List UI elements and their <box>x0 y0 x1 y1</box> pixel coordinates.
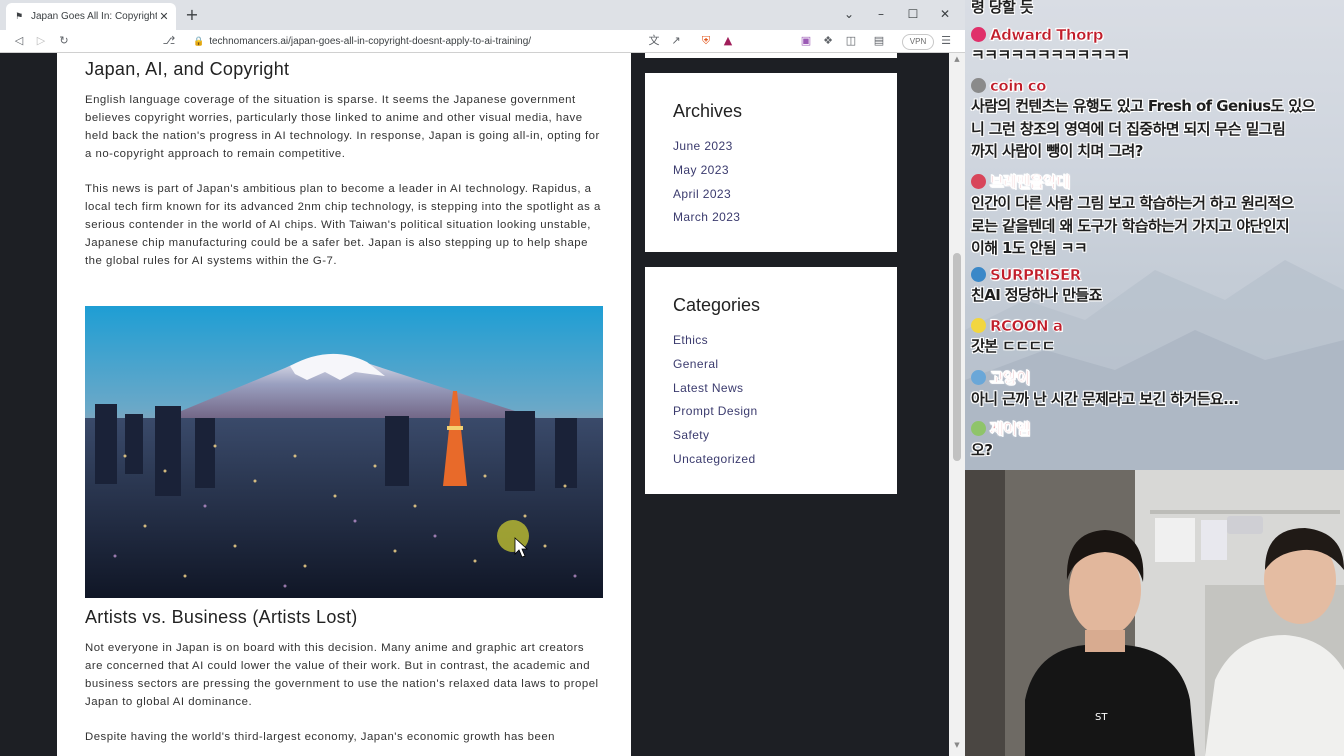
sidebar-icon[interactable]: ◫ <box>842 32 860 50</box>
heading-japan-ai-copyright: Japan, AI, and Copyright <box>85 59 290 79</box>
chat-text: 사람의 컨텐츠는 유행도 있고 Fresh of Genius도 있으 <box>971 97 1315 115</box>
chat-username: coin co <box>990 77 1047 96</box>
categories-widget: Categories Ethics General Latest News Pr… <box>645 267 897 494</box>
page-favicon-icon: ⚑ <box>15 11 24 22</box>
translate-icon[interactable]: 文 <box>645 32 663 50</box>
heading-artists-vs-business: Artists vs. Business (Artists Lost) <box>85 607 358 627</box>
user-badge-icon <box>971 421 986 436</box>
url-text: technomancers.ai/japan-goes-all-in-copyr… <box>209 36 532 47</box>
paragraph-economy: Despite having the world's third-largest… <box>85 731 555 743</box>
chat-username: 제이엠 <box>990 420 1031 439</box>
chat-username: SURPRISER <box>990 266 1082 285</box>
archive-link[interactable]: April 2023 <box>673 183 740 207</box>
paragraph-coverage: English language coverage of the situati… <box>85 94 600 160</box>
extension-icon[interactable]: ▣ <box>797 32 815 50</box>
chat-text: 친AI 정당하나 만들죠 <box>971 286 1102 304</box>
user-badge-icon <box>971 318 986 333</box>
extensions-puzzle-icon[interactable]: ❖ <box>819 32 837 50</box>
menu-icon[interactable]: ☰ <box>937 32 955 50</box>
maximize-icon[interactable]: ☐ <box>902 4 924 24</box>
user-badge-icon <box>971 370 986 385</box>
widget-previous <box>645 53 897 58</box>
category-link[interactable]: Latest News <box>673 377 758 401</box>
scrollbar-thumb[interactable] <box>953 253 961 461</box>
wallet-icon[interactable]: ▤ <box>870 32 888 50</box>
address-bar[interactable]: 🔒 technomancers.ai/japan-goes-all-in-copy… <box>193 32 638 50</box>
chat-message: 제이엠 오? <box>971 418 1341 462</box>
paragraph-not-everyone: Not everyone in Japan is on board with t… <box>85 642 599 708</box>
chat-text: ㅋㅋㅋㅋㅋㅋㅋㅋㅋㅋㅋㅋ <box>971 46 1130 64</box>
category-link[interactable]: Safety <box>673 424 758 448</box>
brave-shield-icon[interactable]: ⛨ <box>697 32 715 50</box>
chat-message: SURPRISER 친AI 정당하나 만들죠 <box>971 265 1341 307</box>
archive-link[interactable]: June 2023 <box>673 135 740 159</box>
chat-text: 오? <box>971 441 993 459</box>
archives-title: Archives <box>673 101 743 121</box>
chat-text: 이해 1도 안됨 ㅋㅋ <box>971 239 1088 257</box>
scroll-down-icon[interactable]: ▼ <box>952 741 962 749</box>
minimize-icon[interactable]: – <box>870 4 892 24</box>
user-badge-icon <box>971 267 986 282</box>
archive-link[interactable]: May 2023 <box>673 159 740 183</box>
browser-toolbar: ◁ ▷ ↻ ⎇ 🔒 technomancers.ai/japan-goes-all… <box>0 30 965 53</box>
reload-icon[interactable]: ↻ <box>55 32 73 50</box>
scroll-up-icon[interactable]: ▲ <box>952 55 962 63</box>
chat-message: coin co 사람의 컨텐츠는 유행도 있고 Fresh of Genius도… <box>971 76 1341 163</box>
categories-list: Ethics General Latest News Prompt Design… <box>673 329 758 472</box>
chat-text: 니 그런 창조의 영역에 더 집중하면 되지 무슨 밑그림 <box>971 119 1286 138</box>
category-link[interactable]: Ethics <box>673 329 758 353</box>
chat-message: 고양이 아니 근까 난 시간 문제라고 보긴 하거든요... <box>971 367 1341 411</box>
chat-text: 갓본 ㄷㄷㄷㄷ <box>971 337 1055 355</box>
categories-title: Categories <box>673 295 761 315</box>
article-content: Japan, AI, and Copyright English languag… <box>57 53 631 756</box>
tab-bar: ⚑ Japan Goes All In: Copyright Doe ✕ + ⌄… <box>0 0 965 30</box>
paragraph-ambitious-plan: This news is part of Japan's ambitious p… <box>85 183 601 267</box>
chat-text: 까지 사람이 뺑이 치며 그려? <box>971 142 1143 160</box>
tab-list-chevron-icon[interactable]: ⌄ <box>838 4 860 24</box>
close-window-icon[interactable]: ✕ <box>934 4 956 24</box>
archives-list: June 2023 May 2023 April 2023 March 2023 <box>673 135 740 230</box>
new-tab-icon[interactable]: + <box>183 5 201 25</box>
vpn-label: VPN <box>909 37 927 46</box>
chat-text: 아니 근까 난 시간 문제라고 보긴 하거든요... <box>971 390 1239 408</box>
browser-window: ⚑ Japan Goes All In: Copyright Doe ✕ + ⌄… <box>0 0 965 756</box>
tab-title: Japan Goes All In: Copyright Doe <box>31 11 157 22</box>
user-badge-icon <box>971 174 986 189</box>
back-icon[interactable]: ◁ <box>10 32 28 50</box>
chat-username: RCOON a <box>990 317 1063 336</box>
chat-username: 고양이 <box>990 369 1031 388</box>
chat-username: Adward Thorp <box>990 26 1104 45</box>
archives-widget: Archives June 2023 May 2023 April 2023 M… <box>645 73 897 252</box>
chat-text: 인간이 다른 사람 그림 보고 학습하는거 하고 원리적으 <box>971 194 1294 212</box>
category-link[interactable]: Uncategorized <box>673 448 758 472</box>
browser-tab[interactable]: ⚑ Japan Goes All In: Copyright Doe ✕ <box>6 3 176 30</box>
chat-username: 브레멘음악대 <box>990 173 1071 192</box>
page-scrollbar[interactable]: ▲ ▼ <box>949 53 965 756</box>
chat-message: RCOON a 갓본 ㄷㄷㄷㄷ <box>971 316 1341 358</box>
user-badge-icon <box>971 78 986 93</box>
bookmark-icon[interactable]: ⎇ <box>160 32 178 50</box>
category-link[interactable]: Prompt Design <box>673 400 758 424</box>
vpn-button[interactable]: VPN <box>902 34 934 50</box>
category-link[interactable]: General <box>673 353 758 377</box>
chat-message: 브레멘음악대 인간이 다른 사람 그림 보고 학습하는거 하고 원리적으 로는 … <box>971 171 1341 260</box>
forward-icon[interactable]: ▷ <box>32 32 50 50</box>
chat-text: 령 당할 듯 <box>971 0 1034 16</box>
stream-chat-overlay: 령 당할 듯 Adward Thorp ㅋㅋㅋㅋㅋㅋㅋㅋㅋㅋㅋㅋ coin co… <box>965 0 1344 470</box>
page-viewport: Japan, AI, and Copyright English languag… <box>0 53 965 756</box>
webcam-feed: ST <box>965 470 1344 756</box>
svg-text:ST: ST <box>1095 712 1108 723</box>
brave-rewards-icon[interactable]: ▲ <box>719 32 737 50</box>
chat-text: 로는 같을텐데 왜 도구가 학습하는거 가지고 야단인지 <box>971 216 1290 235</box>
share-icon[interactable]: ↗ <box>667 32 685 50</box>
chat-message: Adward Thorp ㅋㅋㅋㅋㅋㅋㅋㅋㅋㅋㅋㅋ <box>971 25 1341 67</box>
close-tab-icon[interactable]: ✕ <box>157 10 171 23</box>
archive-link[interactable]: March 2023 <box>673 206 740 230</box>
user-badge-icon <box>971 27 986 42</box>
tokyo-fuji-photo <box>85 306 603 598</box>
lock-icon: 🔒 <box>193 36 205 46</box>
